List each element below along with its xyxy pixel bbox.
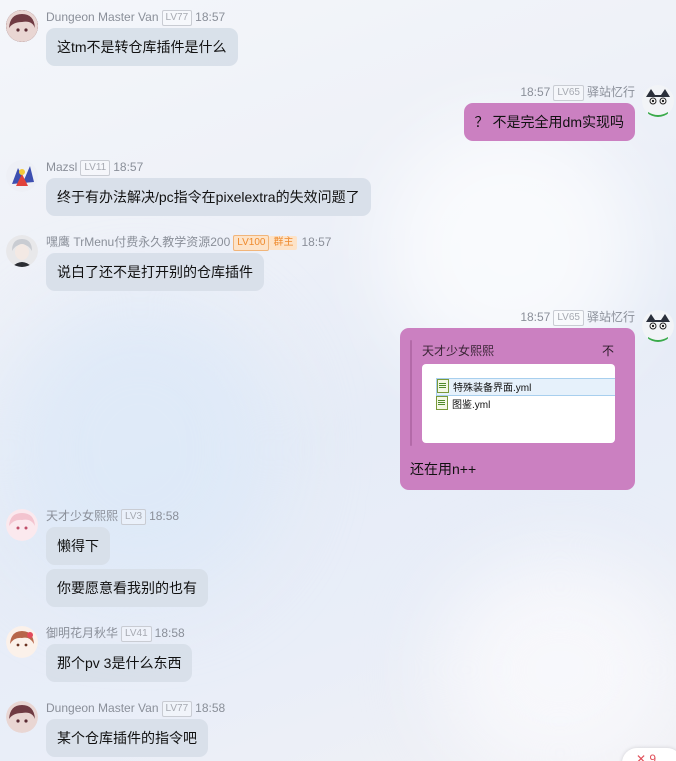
- level-badge: LV3: [121, 509, 147, 525]
- message-bubble[interactable]: 某个仓库插件的指令吧: [46, 719, 208, 757]
- file-item: 特殊装备界面.yml: [436, 378, 615, 396]
- sender-name: Mazsl: [46, 160, 78, 174]
- sender-meta: Mazsl LV11 18:57: [46, 158, 143, 176]
- level-badge: LV77: [161, 10, 193, 26]
- new-messages-button[interactable]: ✕ 9: [622, 748, 676, 761]
- level-badge: LV41: [121, 626, 152, 642]
- sender-name: Dungeon Master Van: [46, 701, 159, 715]
- timestamp: 18:57: [195, 10, 226, 24]
- sender-meta: 天才少女熙熙 LV3 18:58: [46, 507, 179, 525]
- timestamp: 18:57: [113, 160, 144, 174]
- timestamp: 18:58: [149, 509, 180, 523]
- avatar[interactable]: [6, 235, 38, 267]
- sender-name: 御明花月秋华: [46, 626, 119, 640]
- sender-name: Dungeon Master Van: [46, 10, 159, 24]
- quoted-trailing-text: 不: [602, 344, 615, 358]
- quoted-image[interactable]: 特殊装备界面.yml 图鉴.yml: [422, 364, 615, 443]
- file-name: 图鉴.yml: [452, 400, 491, 411]
- avatar[interactable]: [6, 509, 38, 541]
- quoted-author: 天才少女熙熙: [422, 344, 495, 358]
- sender-meta: 18:57 LV65 驿站忆行: [520, 83, 635, 101]
- sender-name: 嘿鹰 TrMenu付费永久教学资源200: [46, 235, 231, 249]
- message-bubble[interactable]: 那个pv 3是什么东西: [46, 644, 193, 682]
- yml-file-icon: [436, 396, 448, 410]
- timestamp: 18:57: [520, 85, 551, 99]
- sender-meta: 18:57 LV65 驿站忆行: [520, 308, 635, 326]
- message-bubble[interactable]: 这tm不是转仓库插件是什么: [46, 28, 238, 66]
- message-bubble[interactable]: 终于有办法解决/pc指令在pixelextra的失效问题了: [46, 178, 371, 216]
- message-bubble[interactable]: ？ 不是完全用dm实现吗: [463, 103, 635, 141]
- sender-meta: 御明花月秋华 LV41 18:58: [46, 624, 185, 642]
- avatar[interactable]: [6, 160, 38, 192]
- sender-name: 驿站忆行: [586, 85, 635, 99]
- timestamp: 18:58: [154, 626, 185, 640]
- timestamp: 18:57: [301, 235, 332, 249]
- reply-text: 还在用n++: [410, 461, 477, 477]
- sender-meta: Dungeon Master Van LV77 18:57: [46, 8, 225, 26]
- level-badge: LV77: [161, 701, 193, 717]
- timestamp: 18:57: [520, 310, 551, 324]
- file-item: 图鉴.yml: [436, 396, 490, 412]
- quote-bar: [410, 340, 412, 446]
- yml-file-icon: [437, 379, 449, 393]
- sender-meta: Dungeon Master Van LV77 18:58: [46, 699, 225, 717]
- sender-meta: 嘿鹰 TrMenu付费永久教学资源200 LV100 群主 18:57: [46, 233, 331, 251]
- avatar[interactable]: [6, 701, 38, 733]
- background-glow: [440, 560, 676, 761]
- sender-name: 驿站忆行: [586, 310, 635, 324]
- avatar[interactable]: [6, 10, 38, 42]
- timestamp: 18:58: [195, 701, 226, 715]
- file-name: 特殊装备界面.yml: [453, 383, 532, 394]
- message-bubble[interactable]: 说白了还不是打开别的仓库插件: [46, 253, 264, 291]
- owner-badge: 群主: [269, 236, 298, 250]
- sender-name: 天才少女熙熙: [46, 509, 119, 523]
- message-bubble[interactable]: 你要愿意看我别的也有: [46, 569, 208, 607]
- level-badge: LV11: [80, 160, 111, 176]
- level-badge: LV65: [553, 310, 584, 326]
- level-badge: LV100: [233, 235, 270, 251]
- level-badge: LV65: [553, 85, 584, 101]
- avatar[interactable]: [642, 310, 674, 342]
- background-glow: [0, 300, 280, 600]
- quoted-message-bubble[interactable]: 天才少女熙熙 不 特殊装备界面.yml 图鉴.yml 还在用n++: [400, 328, 635, 490]
- avatar[interactable]: [6, 626, 38, 658]
- avatar[interactable]: [642, 85, 674, 117]
- message-bubble[interactable]: 懒得下: [46, 527, 110, 565]
